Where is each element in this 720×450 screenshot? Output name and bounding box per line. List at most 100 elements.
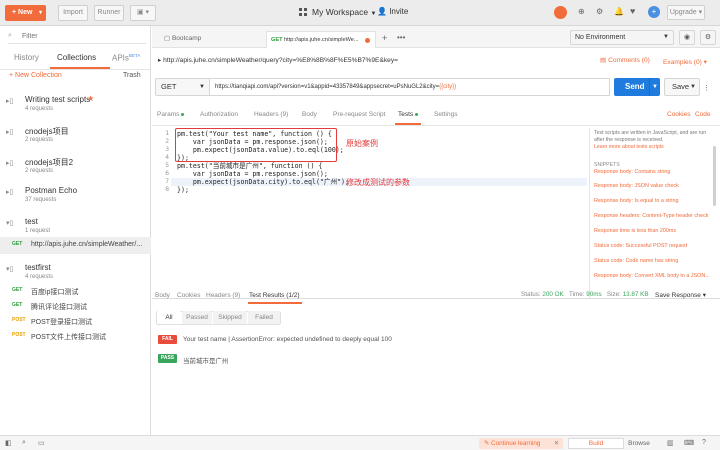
tab-settings[interactable]: Settings bbox=[434, 111, 458, 118]
snippet-item[interactable]: Response body: Is equal to a string bbox=[594, 198, 679, 204]
avatar[interactable]: + bbox=[648, 6, 660, 18]
request-item[interactable]: POST POST登录接口测试 bbox=[0, 314, 151, 329]
tab-bootcamp[interactable]: ▢ Bootcamp bbox=[158, 31, 258, 47]
top-bar: + New ▾ Import Runner ▣ ▾ My Workspace ▼ … bbox=[0, 0, 720, 26]
main-panel: ▢ Bootcamp GET http://apis.juhe.cn/simpl… bbox=[152, 26, 720, 435]
snippet-item[interactable]: Response body: Contains string bbox=[594, 169, 670, 175]
runner-button[interactable]: Runner bbox=[94, 5, 124, 21]
tab-body[interactable]: Body bbox=[302, 111, 317, 118]
snippet-item[interactable]: Status code: Successful POST request bbox=[594, 243, 687, 249]
capture-icon[interactable]: ⊕ bbox=[578, 7, 585, 16]
tab-response-body[interactable]: Body bbox=[155, 292, 170, 299]
comment-icon: ▤ bbox=[600, 57, 607, 64]
collection-item[interactable]: ▸▯ Writing test scripts ★ 4 requests bbox=[0, 91, 151, 121]
settings-icon[interactable]: ⚙ bbox=[596, 7, 603, 16]
tab-response-headers[interactable]: Headers (9) bbox=[206, 292, 240, 299]
examples-button[interactable]: Examples (0) ▾ bbox=[663, 58, 707, 66]
tab-params[interactable]: Params bbox=[157, 111, 185, 118]
sync-icon[interactable] bbox=[554, 6, 567, 19]
snippets-intro: Test scripts are written in JavaScript, … bbox=[594, 130, 707, 143]
new-button[interactable]: + New ▾ bbox=[5, 5, 46, 21]
browse-tab[interactable]: Browse bbox=[624, 438, 654, 449]
tab-response-cookies[interactable]: Cookies bbox=[177, 292, 200, 299]
url-input[interactable]: https://tianqiapi.com/api?version=v1&app… bbox=[210, 78, 610, 96]
request-item[interactable]: GET 腾讯评论接口测试 bbox=[0, 299, 151, 314]
breadcrumb: ▸ http://apis.juhe.cn/simpleWeather/quer… bbox=[158, 57, 398, 64]
tab-apis[interactable]: APIsBETA bbox=[112, 53, 140, 63]
learn-more-link[interactable]: Learn more about tests scripts bbox=[594, 144, 664, 150]
tab-tests[interactable]: Tests bbox=[398, 111, 418, 118]
snippet-item[interactable]: Response headers: Content-Type header ch… bbox=[594, 213, 708, 219]
tab-authorization[interactable]: Authorization bbox=[200, 111, 238, 118]
continue-learning-button[interactable]: ✎ Continue learning ✕ bbox=[479, 438, 563, 449]
tab-history[interactable]: History bbox=[14, 53, 39, 62]
sidebar: ⌕ History Collections APIsBETA + New Col… bbox=[0, 26, 151, 435]
collection-item[interactable]: ▸▯ cnodejs项目2 2 requests bbox=[0, 153, 151, 183]
divider bbox=[0, 69, 151, 70]
tab-collections[interactable]: Collections bbox=[57, 53, 96, 62]
person-add-icon: 👤 bbox=[377, 7, 387, 16]
snippet-item[interactable]: Response body: JSON value check bbox=[594, 183, 679, 189]
tab-headers[interactable]: Headers (9) bbox=[254, 111, 288, 118]
eye-icon[interactable]: ◉ bbox=[679, 30, 695, 45]
scrollbar[interactable] bbox=[713, 146, 716, 206]
filter-skipped[interactable]: Skipped bbox=[213, 311, 247, 324]
bell-icon[interactable]: 🔔 bbox=[614, 7, 624, 16]
line-number: 3 bbox=[165, 146, 169, 153]
console-icon[interactable]: ▭ bbox=[38, 439, 45, 447]
help-icon[interactable]: ? bbox=[702, 439, 706, 446]
window-icon: ▣ ▾ bbox=[136, 9, 150, 16]
save-response-button[interactable]: Save Response ▾ bbox=[655, 291, 706, 299]
tab-request[interactable]: GET http://apis.juhe.cn/simpleWe... bbox=[266, 31, 376, 48]
trash-button[interactable]: Trash bbox=[123, 72, 141, 79]
request-item[interactable]: GET http://apis.juhe.cn/simpleWeather/... bbox=[0, 237, 151, 254]
test-result-text: Your test name | AssertionError: expecte… bbox=[183, 336, 392, 343]
search-icon[interactable]: ⌕ bbox=[22, 439, 26, 447]
cookies-link[interactable]: Cookies bbox=[667, 111, 690, 118]
folder-icon: ▸▯ bbox=[6, 160, 14, 167]
filter-input[interactable] bbox=[22, 30, 142, 42]
import-button[interactable]: Import bbox=[58, 5, 88, 21]
new-collection-button[interactable]: + New Collection bbox=[9, 72, 62, 79]
heart-icon[interactable]: ♥ bbox=[630, 6, 635, 16]
lightbulb-icon: ✎ bbox=[484, 440, 490, 447]
request-item[interactable]: GET 百度ip接口测试 bbox=[0, 284, 151, 299]
grid-icon bbox=[299, 8, 307, 16]
snippet-item[interactable]: Status code: Code name has string bbox=[594, 258, 678, 264]
tab-test-results[interactable]: Test Results (1/2) bbox=[249, 292, 300, 299]
request-item[interactable]: POST POST文件上传接口测试 bbox=[0, 329, 151, 344]
upgrade-button[interactable]: Upgrade ▾ bbox=[667, 5, 705, 20]
more-icon[interactable]: ⋮ bbox=[703, 84, 710, 92]
filter-box[interactable]: ⌕ bbox=[8, 30, 146, 44]
snippet-item[interactable]: Response body: Convert XML body to a JSO… bbox=[594, 273, 712, 279]
tests-editor[interactable]: 1 2 3 4 5 6 7 8 pm.test("Your test name"… bbox=[155, 128, 587, 298]
environment-select[interactable]: No Environment ▼ bbox=[570, 30, 674, 45]
method-select[interactable]: GET ▼ bbox=[155, 78, 210, 96]
divider bbox=[152, 125, 720, 126]
layout-icon[interactable]: ▥ bbox=[667, 439, 674, 447]
add-tab-icon[interactable]: + bbox=[382, 33, 387, 43]
collection-item[interactable]: ▸▯ Postman Echo 37 requests bbox=[0, 182, 151, 212]
send-button[interactable]: Send ▼ bbox=[614, 78, 660, 96]
filter-all[interactable]: All bbox=[157, 311, 181, 324]
status-bar: ◧ ⌕ ▭ ✎ Continue learning ✕ Build Browse … bbox=[0, 435, 720, 450]
keyboard-icon[interactable]: ⌨ bbox=[684, 439, 694, 447]
collection-item[interactable]: ▸▯ cnodejs项目 2 requests bbox=[0, 122, 151, 152]
filter-passed[interactable]: Passed bbox=[182, 311, 212, 324]
snippet-item[interactable]: Response time is less than 200ms bbox=[594, 228, 676, 234]
filter-failed[interactable]: Failed bbox=[248, 311, 280, 324]
search-icon: ⌕ bbox=[8, 32, 12, 39]
more-icon[interactable]: ••• bbox=[397, 33, 405, 42]
tab-pre-request-script[interactable]: Pre-request Script bbox=[333, 111, 385, 118]
divider bbox=[589, 128, 590, 298]
gear-icon[interactable]: ⚙ bbox=[700, 30, 716, 45]
comments-button[interactable]: ▤ Comments (0) bbox=[600, 56, 650, 64]
fail-badge: FAIL bbox=[158, 335, 177, 344]
save-button[interactable]: Save ▼ bbox=[664, 78, 700, 96]
build-tab[interactable]: Build bbox=[568, 438, 624, 449]
sidebar-toggle-icon[interactable]: ◧ bbox=[5, 439, 12, 447]
invite-button[interactable]: 👤 Invite bbox=[377, 7, 408, 16]
workspace-switcher[interactable]: My Workspace ▼ bbox=[312, 7, 376, 17]
code-link[interactable]: Code bbox=[695, 111, 711, 118]
new-window-button[interactable]: ▣ ▾ bbox=[130, 5, 156, 21]
